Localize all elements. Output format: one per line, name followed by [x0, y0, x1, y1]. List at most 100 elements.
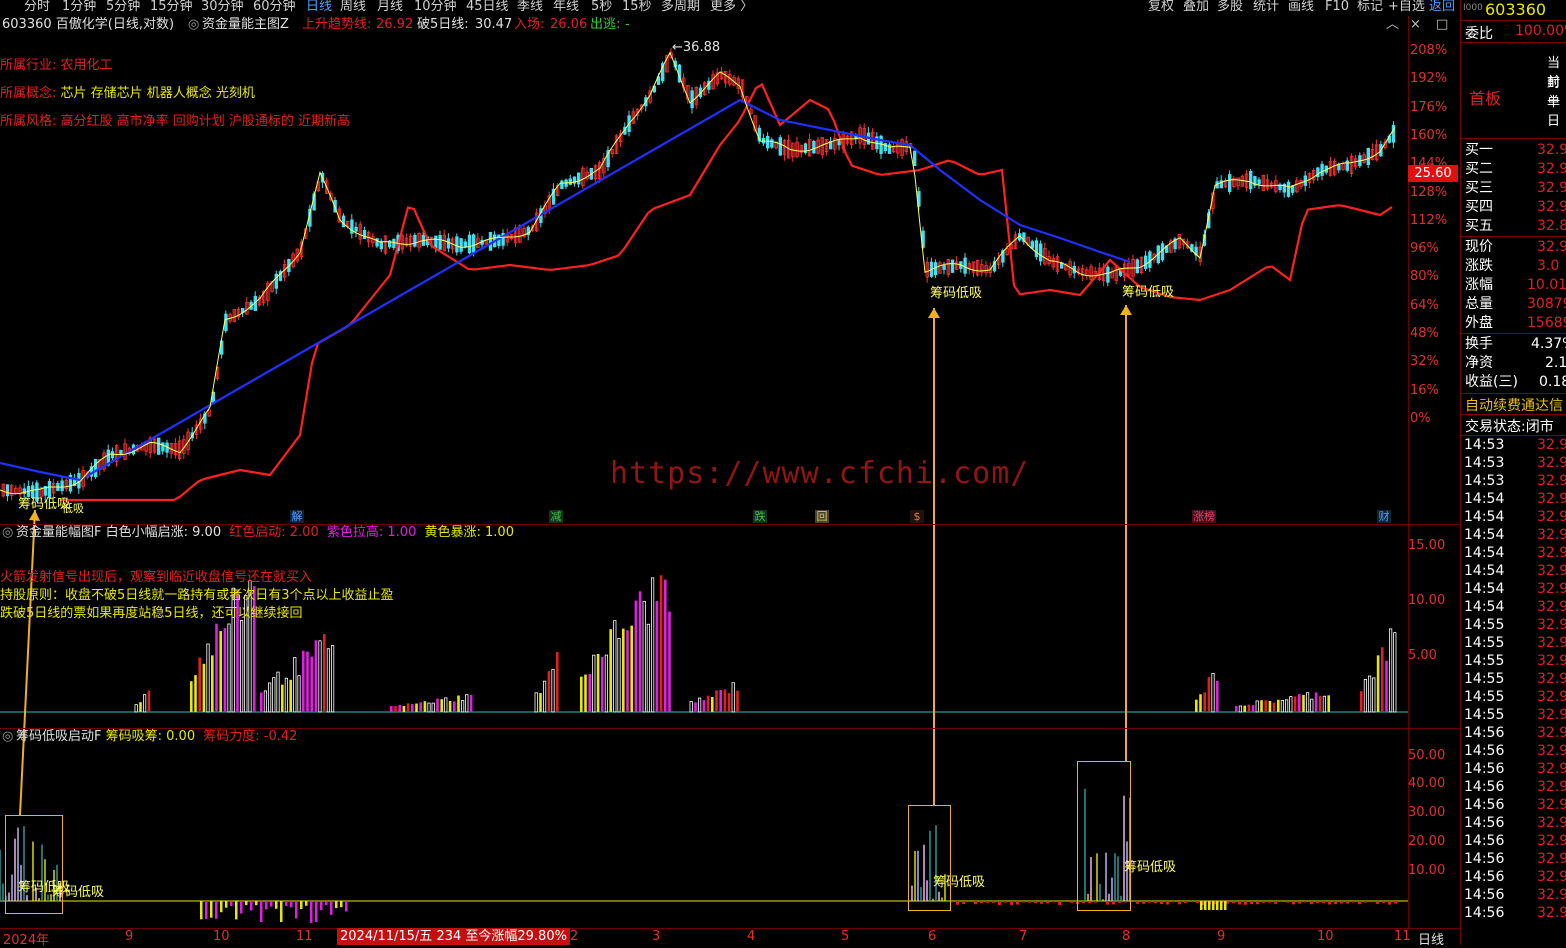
panel-settings-icon[interactable]: ◎: [2, 525, 13, 541]
volume-bar: [715, 690, 718, 712]
candle-body: [467, 234, 472, 254]
y-axis-label: 128%: [1410, 184, 1448, 200]
candle-body: [913, 150, 917, 167]
event-marker[interactable]: 回: [815, 510, 829, 523]
signal-arrow: [19, 509, 36, 816]
stat-row: 换手4.37%: [1465, 336, 1566, 352]
auto-renew-link[interactable]: 自动续费通达信: [1465, 395, 1563, 415]
panel3-name[interactable]: 筹码低吸启动F: [16, 729, 101, 744]
event-marker[interactable]: 减: [549, 510, 563, 523]
chip-neg-bar: [295, 901, 298, 919]
volume-bar: [215, 623, 218, 712]
tick-row: 14:54 32.9: [1464, 527, 1566, 543]
candle-body: [362, 229, 367, 240]
chip-neg-bar: [1340, 901, 1343, 904]
chip-neg-bar: [1196, 901, 1199, 903]
volume-bar: [1280, 700, 1284, 713]
candle-body: [471, 234, 476, 253]
tick-row: 14:56 32.9: [1464, 869, 1566, 885]
volume-bar: [1264, 700, 1267, 712]
candle-body: [1030, 241, 1034, 249]
volume-bar: [1360, 691, 1363, 712]
volume-bar: [1260, 700, 1263, 712]
volume-bar: [1319, 695, 1322, 712]
chip-neg-bar: [1148, 901, 1151, 903]
chip-neg-bar: [345, 901, 348, 912]
event-marker[interactable]: $: [910, 510, 924, 523]
arrow-head: [928, 308, 940, 318]
highlight-box: [908, 805, 951, 911]
chip-neg-bar: [215, 901, 218, 919]
panel-settings-icon[interactable]: ◎: [2, 729, 13, 745]
volume-bar: [293, 656, 297, 713]
status-badge: 首板: [1469, 89, 1502, 108]
volume-bar: [1293, 696, 1297, 712]
purple-value: 1.00: [387, 525, 417, 540]
chip-bars: [0, 788, 1397, 923]
panel2-y-label: 5.00: [1408, 648, 1437, 663]
candle-body: [1249, 170, 1253, 190]
chip-neg-bar: [325, 901, 328, 906]
y-axis-label: 32%: [1410, 354, 1439, 370]
chip-neg-bar: [1004, 901, 1007, 903]
tick-row: 14:54 32.9: [1464, 545, 1566, 561]
chip-neg-bar: [250, 901, 253, 911]
yellow-label: 黄色暴涨:: [424, 525, 481, 540]
white-value: 9.00: [192, 525, 222, 540]
tick-row: 14:55 32.9: [1464, 671, 1566, 687]
divider: [1461, 236, 1566, 237]
watermark-text: https://www.cfchi.com/: [610, 456, 1030, 491]
chip-neg-bar: [956, 901, 959, 905]
tick-row: 14:54 32.9: [1464, 599, 1566, 615]
volume-bar: [297, 675, 301, 713]
trade-status: 交易状态:闭市: [1465, 419, 1554, 435]
chip-neg-bar: [968, 901, 971, 903]
x-label: 10: [213, 929, 230, 944]
tick-row: 14:56 32.9: [1464, 743, 1566, 759]
volume-bar: [281, 684, 284, 712]
level-icon: I000: [1463, 3, 1483, 13]
stat-row: 现价 32.9: [1465, 239, 1566, 255]
volume-bar: [1203, 692, 1206, 712]
volume-bar: [642, 600, 646, 713]
chip-neg-bar: [330, 901, 333, 915]
candle-body: [1135, 259, 1139, 274]
panel2-name[interactable]: 资金量能幅图F: [16, 525, 101, 540]
chip-neg-bar: [265, 901, 268, 910]
volume-bar: [651, 577, 655, 713]
stat-row: 外盘15689: [1465, 315, 1566, 331]
chip-neg-bar: [1028, 901, 1031, 903]
volume-bar: [1255, 700, 1259, 713]
event-marker[interactable]: 解: [290, 510, 304, 523]
chip-neg-bar: [1292, 901, 1295, 905]
chip-neg-bar: [1328, 901, 1331, 905]
tick-row: 14:56 32.9: [1464, 815, 1566, 831]
red-value: 2.00: [289, 525, 319, 540]
volume-bar: [310, 656, 313, 712]
divider: [1461, 414, 1566, 415]
volume-bar: [190, 681, 193, 712]
absorb-value: 0.00: [166, 729, 196, 744]
candle-body: [963, 257, 967, 274]
candle-body: [568, 178, 572, 185]
event-marker[interactable]: 财: [1377, 510, 1391, 523]
chip-neg-bar: [986, 901, 989, 903]
event-marker[interactable]: 涨榜: [1192, 510, 1216, 523]
volume-bar: [1207, 676, 1211, 712]
volume-bar: [394, 706, 397, 712]
event-marker[interactable]: 跌: [753, 510, 767, 523]
candle-body: [341, 215, 346, 228]
tick-row: 14:55 32.9: [1464, 707, 1566, 723]
candle-body: [770, 139, 774, 148]
x-label: 11: [1394, 929, 1411, 944]
chip-neg-bar: [1280, 901, 1283, 903]
current-price-tag: 25.60: [1408, 165, 1458, 182]
chip-neg-bar: [998, 901, 1001, 905]
volume-bar: [260, 692, 263, 712]
volume-bar: [239, 620, 244, 713]
x-label: 4: [747, 929, 756, 944]
volume-bar: [609, 629, 612, 712]
candle-body: [1320, 163, 1324, 176]
period-tag[interactable]: 日线: [1418, 929, 1444, 948]
volume-bar: [276, 671, 280, 713]
